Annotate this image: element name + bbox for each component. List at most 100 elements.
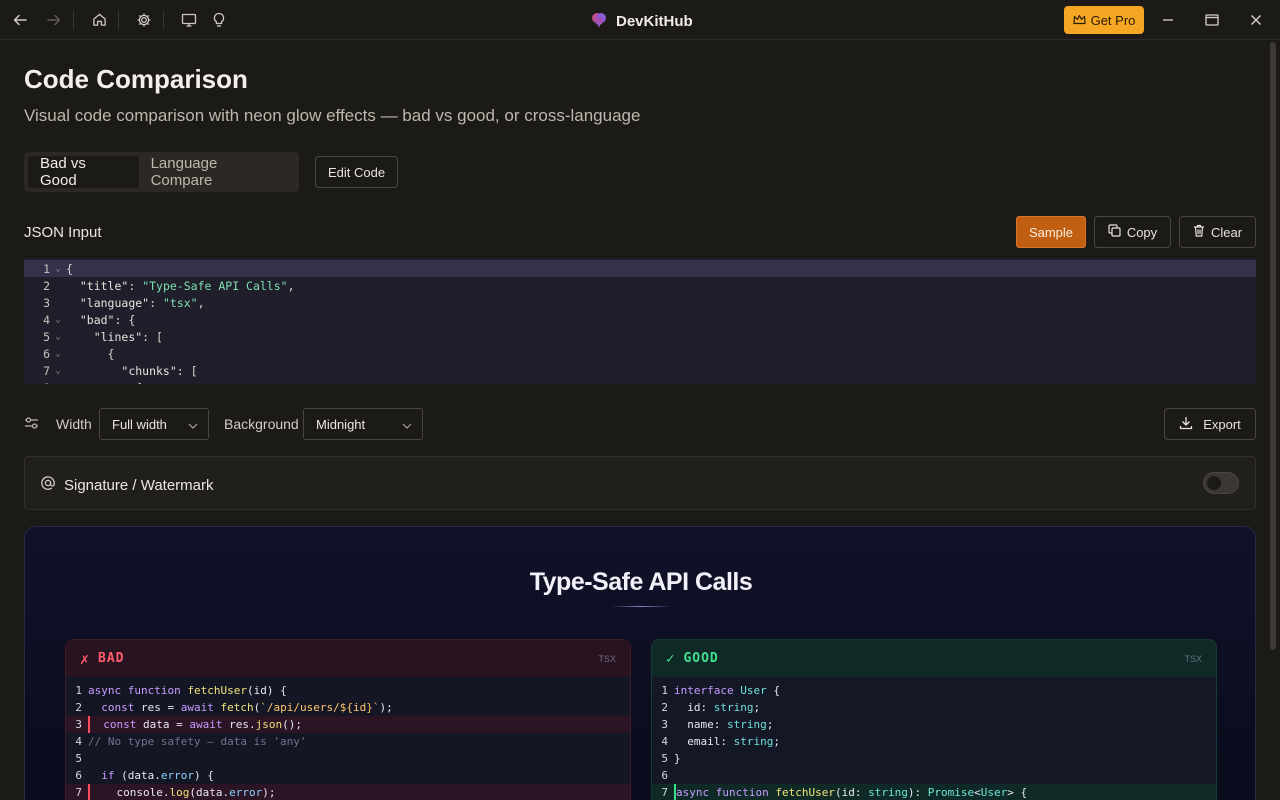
code-line-text: interface User {	[674, 684, 780, 697]
export-button[interactable]: Export	[1164, 408, 1256, 440]
page-subtitle: Visual code comparison with neon glow ef…	[24, 106, 641, 125]
line-number: 7	[43, 363, 50, 378]
editor-line[interactable]: 3 "language": "tsx",	[24, 294, 1256, 311]
chevron-down-icon	[402, 417, 412, 432]
code-line: 7 console.log(data.error);	[66, 784, 630, 800]
line-code: {	[107, 346, 115, 361]
edit-code-button[interactable]: Edit Code	[315, 156, 398, 188]
page-scrollbar[interactable]	[1270, 42, 1276, 650]
width-label: Width	[56, 416, 92, 432]
code-line-text: name: string;	[687, 718, 774, 731]
line-code: "chunks": [	[121, 363, 198, 378]
line-code: "bad": {	[79, 312, 136, 327]
fold-chevron-icon[interactable]: ⌄	[50, 264, 66, 274]
signature-header: Signature / Watermark	[40, 475, 214, 495]
export-label: Export	[1203, 416, 1241, 432]
code-line-number: 6	[75, 769, 82, 782]
copy-button[interactable]: Copy	[1094, 216, 1171, 248]
get-pro-button[interactable]: Get Pro	[1064, 6, 1144, 34]
json-input-label: JSON Input	[24, 224, 102, 241]
width-select[interactable]: Full width	[99, 408, 209, 440]
home-icon[interactable]	[85, 6, 113, 34]
editor-line[interactable]: 7 ⌄ "chunks": [	[24, 362, 1256, 379]
code-line-number: 4	[661, 735, 668, 748]
at-sign-icon	[40, 475, 56, 495]
forward-arrow-icon[interactable]	[40, 6, 68, 34]
tab-bad-vs-good[interactable]: Bad vs Good	[28, 155, 139, 189]
bad-lang-badge: TSX	[598, 653, 616, 664]
line-number: 3	[43, 295, 50, 310]
fold-chevron-icon[interactable]: ⌄	[50, 349, 66, 359]
code-line-number: 1	[661, 684, 668, 697]
monitor-icon[interactable]	[175, 6, 203, 34]
editor-line[interactable]: 4 ⌄ "bad": {	[24, 311, 1256, 328]
toggle-knob	[1207, 476, 1221, 490]
background-select[interactable]: Midnight	[303, 408, 423, 440]
code-line-text: id: string;	[687, 701, 761, 714]
back-arrow-icon[interactable]	[6, 6, 34, 34]
editor-line[interactable]: 2 "title": "Type-Safe API Calls",	[24, 277, 1256, 294]
json-editor[interactable]: 1 ⌄{2 "title": "Type-Safe API Calls", 3 "l…	[24, 258, 1256, 384]
copy-label: Copy	[1126, 224, 1158, 240]
code-line: 4 email: string;	[652, 733, 1216, 750]
code-line: 1 async function fetchUser(id) {	[66, 682, 630, 699]
preview-title: Type-Safe API Calls	[529, 568, 753, 596]
code-line-number: 3	[75, 718, 82, 731]
code-line-text: console.log(data.error);	[116, 786, 276, 799]
code-line: 3 name: string;	[652, 716, 1216, 733]
width-value: Full width	[112, 416, 167, 432]
divider	[163, 10, 164, 29]
chevron-down-icon	[188, 417, 198, 432]
fold-chevron-icon[interactable]: ⌄	[50, 366, 66, 376]
maximize-icon[interactable]	[1198, 6, 1226, 34]
code-line-text: const data = await res.json();	[103, 718, 302, 731]
app-title: DevKitHub	[590, 10, 693, 32]
editor-line[interactable]: 5 ⌄ "lines": [	[24, 328, 1256, 345]
title-bar: DevKitHub Get Pro	[0, 0, 1280, 40]
brain-logo-icon	[590, 10, 608, 32]
sample-button[interactable]: Sample	[1016, 216, 1086, 248]
code-line-text: email: string;	[687, 735, 780, 748]
minimize-icon[interactable]	[1154, 6, 1182, 34]
title-underline	[611, 606, 671, 607]
editor-line[interactable]: 1 ⌄{	[24, 260, 1256, 277]
background-value: Midnight	[316, 416, 366, 432]
code-line: 5}	[652, 750, 1216, 767]
line-code: {	[66, 261, 73, 276]
code-line-number: 4	[75, 735, 82, 748]
line-number: 8	[24, 381, 50, 385]
mode-tabs: Bad vs Good Language Compare	[24, 152, 299, 192]
tab-language-compare[interactable]: Language Compare	[139, 155, 295, 189]
code-line: 3 const data = await res.json();	[66, 716, 630, 733]
signature-label: Signature / Watermark	[64, 476, 214, 494]
editor-line[interactable]: 6 ⌄ {	[24, 345, 1256, 362]
sliders-icon	[24, 416, 39, 435]
editor-line[interactable]: 8 {	[24, 379, 1256, 385]
bad-code-body: 1 async function fetchUser(id) {2 const r…	[66, 677, 630, 800]
code-line: 6 if (data.error) {	[66, 767, 630, 784]
line-number: 1	[43, 261, 50, 276]
clear-button[interactable]: Clear	[1179, 216, 1256, 248]
code-line-text: }	[674, 752, 681, 765]
code-line: 2 id: string;	[652, 699, 1216, 716]
code-line-number: 5	[75, 752, 82, 765]
code-line-text: if (data.error) {	[101, 769, 214, 782]
line-number: 6	[43, 346, 50, 361]
copy-icon	[1108, 224, 1121, 240]
line-code: {	[66, 381, 142, 385]
fold-chevron-icon[interactable]: ⌄	[50, 332, 66, 342]
gear-icon[interactable]	[130, 6, 158, 34]
get-pro-label: Get Pro	[1090, 12, 1136, 28]
code-line-number: 7	[661, 786, 668, 799]
divider	[73, 10, 74, 29]
line-number: 5	[43, 329, 50, 344]
code-line: 2 const res = await fetch(`/api/users/${…	[66, 699, 630, 716]
crown-icon	[1072, 13, 1086, 28]
signature-toggle[interactable]	[1203, 472, 1239, 494]
line-number: 2	[43, 278, 50, 293]
background-label: Background	[224, 416, 299, 432]
close-icon[interactable]	[1242, 6, 1270, 34]
fold-chevron-icon[interactable]: ⌄	[50, 315, 66, 325]
code-line-text: const res = await fetch(`/api/users/${id…	[101, 701, 393, 714]
lightbulb-icon[interactable]	[205, 6, 233, 34]
